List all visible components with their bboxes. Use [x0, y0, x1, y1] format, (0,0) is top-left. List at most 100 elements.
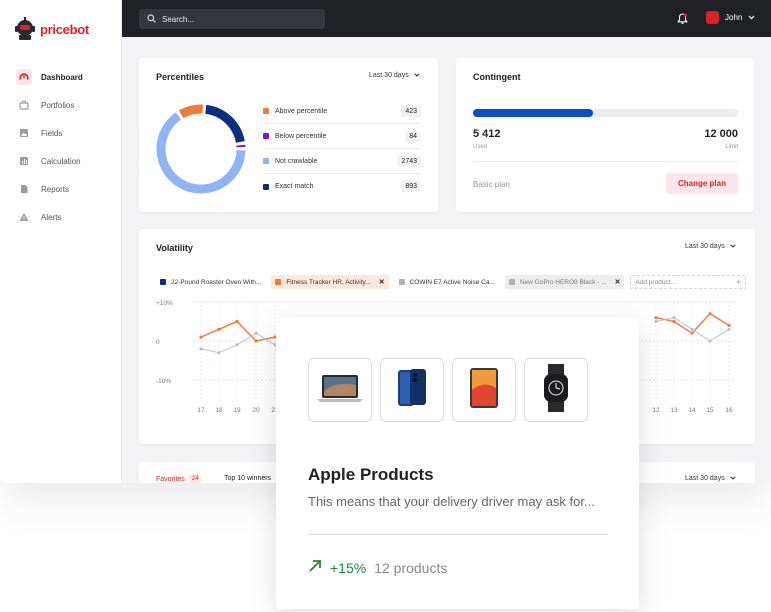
sidebar-item-fields[interactable]: Fields — [16, 119, 83, 147]
close-icon[interactable]: ✕ — [615, 278, 621, 286]
product-chips: 22-Pound Roaster Oven With... Fitness Tr… — [156, 275, 747, 289]
user-menu[interactable]: John — [706, 11, 755, 24]
product-thumbnail[interactable] — [380, 358, 444, 422]
legend-row: Not crawlable 2743 — [263, 149, 421, 174]
legend-label: Not crawlable — [275, 157, 318, 165]
chevron-down-icon — [730, 243, 736, 250]
tablet-icon — [464, 366, 504, 415]
sidebar-item-label: Fields — [41, 128, 63, 138]
x-tick-label: 17 — [197, 407, 205, 414]
data-point — [727, 327, 731, 331]
apple-products-card[interactable]: Apple Products This means that your deli… — [276, 318, 639, 609]
range-label: Last 30 days — [369, 72, 409, 79]
used-value: 5 412 — [473, 128, 501, 140]
divider — [473, 161, 738, 162]
close-icon[interactable]: ✕ — [379, 278, 385, 286]
tab-favorites[interactable]: Favorites 24 — [156, 475, 202, 483]
phone-icon — [392, 366, 432, 415]
plus-icon: + — [736, 277, 742, 287]
product-thumbnail[interactable] — [524, 358, 588, 422]
chip-swatch — [275, 279, 282, 285]
count-badge: 24 — [188, 475, 202, 483]
range-dropdown[interactable]: Last 30 days — [685, 475, 736, 482]
warning-icon — [16, 209, 32, 225]
range-label: Last 30 days — [685, 243, 725, 250]
chip-label: New GoPro HERO9 Black - ... — [519, 278, 607, 286]
watch-icon — [536, 363, 576, 417]
x-tick-label: 16 — [725, 407, 733, 414]
range-dropdown[interactable]: Last 30 days — [685, 243, 736, 250]
sidebar-item-alerts[interactable]: Alerts — [16, 203, 83, 231]
legend-row: Exact match 893 — [263, 174, 421, 199]
product-count: 12 products — [374, 559, 448, 576]
search-input[interactable] — [162, 14, 312, 24]
limit-value: 12 000 — [704, 128, 738, 140]
legend-swatch — [263, 183, 269, 190]
usage-progress-fill — [473, 109, 593, 117]
legend-value: 2743 — [397, 155, 421, 167]
contingent-card: Contingent 5 412 Used 12 000 Limit Basic… — [456, 58, 754, 212]
legend-swatch — [263, 158, 269, 164]
sidebar: pricebot Dashboard Portfolios Fields Cal… — [0, 0, 122, 483]
product-thumbnail[interactable] — [308, 358, 372, 422]
data-point — [254, 339, 258, 343]
sidebar-item-portfolios[interactable]: Portfolios — [16, 91, 83, 119]
legend-value: 423 — [401, 105, 421, 117]
product-thumbnail[interactable] — [452, 358, 516, 422]
bar-chart-icon — [16, 153, 32, 169]
data-point — [654, 319, 658, 324]
data-point — [690, 331, 694, 335]
x-tick-label: 15 — [706, 407, 714, 414]
tab-top-winners[interactable]: Top 10 winners — [224, 475, 271, 482]
card-title: Percentiles — [156, 72, 205, 82]
series-line — [200, 332, 276, 354]
legend-label: Below percentile — [275, 132, 327, 140]
sidebar-item-label: Alerts — [41, 212, 62, 222]
trend-up-arrow-icon — [308, 559, 322, 576]
data-point — [708, 339, 712, 343]
data-point — [672, 319, 676, 324]
product-chip[interactable]: New GoPro HERO9 Black - ... ✕ — [504, 275, 625, 289]
sidebar-item-dashboard[interactable]: Dashboard — [16, 63, 83, 91]
notification-bell-icon[interactable] — [677, 12, 688, 30]
x-tick-label: 18 — [215, 407, 223, 414]
x-tick-label: 12 — [652, 407, 660, 414]
product-chip[interactable]: Fitness Tracker HR, Activity... ✕ — [271, 275, 389, 289]
data-point — [672, 316, 676, 320]
x-tick-label: 19 — [233, 407, 241, 414]
data-point — [654, 316, 658, 320]
percentiles-card: Percentiles Last 30 days Above percentil… — [139, 58, 438, 212]
product-chip[interactable]: 22-Pound Roaster Oven With... — [156, 275, 265, 289]
range-label: Last 30 days — [685, 475, 725, 482]
data-point — [235, 343, 239, 347]
card-title: Apple Products — [308, 465, 434, 484]
sidebar-nav: Dashboard Portfolios Fields Calculation — [16, 63, 83, 231]
search-box[interactable] — [139, 9, 325, 29]
sidebar-item-label: Reports — [41, 184, 70, 194]
usage-progress-bar — [473, 109, 738, 117]
x-tick-label: 13 — [670, 407, 678, 414]
chevron-down-icon — [414, 72, 420, 79]
range-dropdown[interactable]: Last 30 days — [369, 72, 420, 79]
document-icon — [16, 181, 32, 197]
donut-slice — [178, 104, 203, 119]
add-product-input[interactable]: Add product... + — [630, 275, 747, 289]
data-point — [708, 312, 712, 316]
sidebar-item-reports[interactable]: Reports — [16, 175, 83, 203]
chevron-down-icon — [748, 13, 755, 22]
product-thumbnails — [308, 358, 588, 422]
tab-label: Top 10 winners — [224, 475, 272, 482]
donut-slice — [205, 104, 245, 144]
logo[interactable]: pricebot — [14, 16, 89, 42]
user-name: John — [725, 13, 743, 22]
image-icon — [16, 125, 32, 141]
sidebar-item-label: Portfolios — [41, 100, 75, 110]
brand-name: pricebot — [40, 21, 89, 37]
sidebar-item-label: Dashboard — [41, 72, 83, 82]
data-point — [235, 319, 239, 324]
legend-value: 84 — [405, 130, 421, 142]
sidebar-item-calculation[interactable]: Calculation — [16, 147, 83, 175]
product-chip[interactable]: COWIN E7 Active Noise Ca... — [395, 275, 499, 289]
change-plan-button[interactable]: Change plan — [666, 173, 738, 194]
legend-label: Exact match — [275, 183, 314, 190]
